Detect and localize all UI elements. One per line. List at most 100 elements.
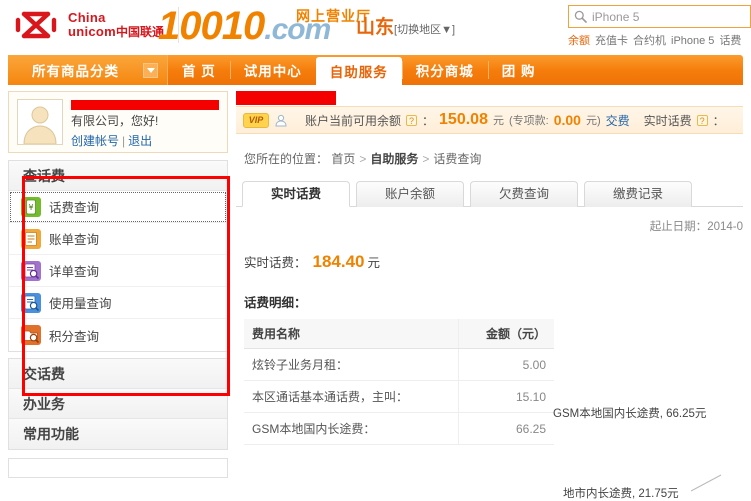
hotword-4[interactable]: 话费 [719, 35, 741, 47]
sidebar-menu: 查话费 ¥ 话费查询 账单查询 详单查询 使用量查询 积分查询 [8, 160, 228, 352]
region-name: 山东 [356, 17, 395, 38]
all-categories-label: 所有商品分类 [32, 64, 119, 79]
logout-link[interactable]: 退出 [128, 134, 152, 148]
date-range-label: 起止日期： [649, 221, 708, 233]
sidebar-item-usage-query-label: 使用量查询 [49, 297, 112, 311]
hotword-3[interactable]: iPhone 5 [671, 35, 714, 47]
search-input[interactable] [592, 9, 747, 24]
balance-unit: 元 [492, 115, 504, 127]
nav-item-points-mall[interactable]: 积分商城 [401, 55, 488, 85]
sidebar-section-pay-fee[interactable]: 交话费 [9, 359, 227, 389]
sidebar-collapsed-sections: 交话费 办业务 常用功能 [8, 358, 228, 450]
fee-row-0-name: 炫铃子业务月租： [244, 348, 460, 381]
sidebar-item-bill-query-label: 账单查询 [49, 233, 100, 247]
fee-pie-chart: GSM本地国内长途费, 66.25元 地市内长途费, 21.75元 [551, 395, 751, 500]
breadcrumb-item-fee-query: 话费查询 [433, 152, 482, 166]
table-row: 炫铃子业务月租： 5.00 [244, 348, 554, 381]
fee-table: 费用名称 金额（元） 炫铃子业务月租： 5.00 本区通话基本通话费，主叫： 1… [244, 319, 554, 445]
sidebar-item-detail-query[interactable]: 详单查询 [9, 255, 227, 287]
fee-detail-title: 话费明细： [244, 296, 307, 310]
date-range-value: 2014-0 [707, 221, 743, 233]
realtime-fee-row: 实时话费： 184.40 元 [236, 234, 743, 272]
realtime-fee-label: 实时话费 [643, 113, 692, 128]
tab-realtime-fee[interactable]: 实时话费 [242, 181, 350, 207]
special-fund-prefix: (专项款: [508, 115, 549, 127]
sidebar-item-points-query-label: 积分查询 [49, 329, 100, 344]
content-tabs: 实时话费 账户余额 欠费查询 缴费记录 [236, 181, 743, 207]
breadcrumb-separator-1: > [359, 152, 367, 166]
user-greeting: 有限公司，您好! [71, 114, 159, 128]
sidebar-item-fee-query[interactable]: ¥ 话费查询 [9, 191, 227, 223]
realtime-fee-value: 184.40 [312, 252, 365, 271]
sidebar-item-usage-query[interactable]: 使用量查询 [9, 287, 227, 319]
user-info: 有限公司，您好! 创建帐号 | 退出 [71, 99, 219, 148]
breadcrumb-item-home[interactable]: 首页 [331, 152, 355, 166]
special-fund-suffix: 元) [585, 115, 601, 127]
table-row: 本区通话基本通话费，主叫： 15.10 [244, 380, 554, 413]
sidebar-section-common[interactable]: 常用功能 [9, 419, 227, 449]
breadcrumb-prefix: 您所在的位置： [244, 152, 329, 166]
left-column: 有限公司，您好! 创建帐号 | 退出 查话费 ¥ 话费查询 账单查询 详单查询 … [8, 91, 228, 478]
breadcrumb-item-self-service[interactable]: 自助服务 [370, 152, 418, 166]
balance-help-icon[interactable]: ? [406, 114, 418, 126]
fee-row-1-name: 本区通话基本通话费，主叫： [244, 380, 460, 413]
hotword-0[interactable]: 余额 [568, 35, 590, 47]
table-row: GSM本地国内长途费： 66.25 [244, 412, 554, 445]
detail-search-icon [21, 260, 41, 281]
breadcrumb: 您所在的位置： 首页 > 自助服务 > 话费查询 [236, 134, 743, 181]
hotword-2[interactable]: 合约机 [633, 35, 666, 47]
balance-label: 账户当前可用余额 [305, 113, 402, 128]
realtime-help-icon[interactable]: ? [696, 114, 708, 126]
vip-star-icon: VIP [243, 112, 269, 128]
nav-items: 首 页 试用中心 自助服务 积分商城 团 购 [168, 55, 550, 85]
sidebar-section-services[interactable]: 办业务 [9, 389, 227, 419]
balance-colon: ： [422, 113, 435, 128]
sidebar-section-check-fee[interactable]: 查话费 [9, 161, 227, 191]
phone-yen-icon: ¥ [21, 196, 41, 217]
tab-account-balance[interactable]: 账户余额 [356, 181, 464, 207]
tab-payment-records[interactable]: 缴费记录 [584, 181, 692, 207]
special-fund-value: 0.00 [553, 112, 581, 128]
usage-search-icon [21, 292, 41, 313]
all-categories-button[interactable]: 所有商品分类 [8, 55, 168, 85]
nav-item-group-buy-label: 团 购 [501, 64, 536, 79]
chevron-down-icon[interactable] [143, 62, 158, 78]
sidebar-item-detail-query-label: 详单查询 [49, 265, 100, 279]
sidebar-item-points-query[interactable]: 积分查询 [9, 319, 227, 351]
fee-row-2-name: GSM本地国内长途费： [244, 412, 460, 445]
realtime-colon: ： [712, 113, 725, 128]
fee-row-2-amount: 66.25 [458, 412, 554, 445]
link-separator: | [122, 134, 126, 148]
nav-item-self-service[interactable]: 自助服务 [315, 57, 402, 85]
brand-number: 10010 [158, 4, 265, 48]
sidebar-item-fee-query-label: 话费查询 [49, 201, 100, 215]
user-card: 有限公司，您好! 创建帐号 | 退出 [8, 91, 228, 153]
region-switch-label: [切换地区▼] [394, 24, 456, 36]
bill-icon [21, 228, 41, 249]
logo-en-line1: China [68, 10, 106, 26]
svg-text:¥: ¥ [28, 203, 33, 212]
nav-item-home[interactable]: 首 页 [168, 55, 230, 85]
account-name-redacted [236, 91, 336, 105]
balance-value: 150.08 [439, 111, 488, 128]
sidebar-next-panel [8, 458, 228, 478]
hot-keywords: 余额 充值卡 合约机 iPhone 5 话费 [568, 32, 746, 48]
hotword-1[interactable]: 充值卡 [595, 35, 628, 47]
fee-row-0-amount: 5.00 [458, 348, 554, 381]
pie-label-local-long-distance: 地市内长途费, 21.75元 [563, 488, 679, 500]
nav-item-group-buy[interactable]: 团 购 [487, 55, 550, 85]
pay-fee-link[interactable]: 交费 [606, 112, 630, 129]
tab-arrears-query[interactable]: 欠费查询 [470, 181, 578, 207]
sidebar-item-bill-query[interactable]: 账单查询 [9, 223, 227, 255]
realtime-fee-row-label: 实时话费： [244, 256, 307, 270]
date-range: 起止日期：2014-0 [236, 207, 743, 234]
nav-item-home-label: 首 页 [182, 64, 216, 79]
create-account-link[interactable]: 创建帐号 [71, 134, 119, 148]
fee-table-col-amount: 金额（元） [458, 319, 554, 349]
nav-item-trial[interactable]: 试用中心 [229, 55, 316, 85]
points-search-icon [21, 325, 41, 345]
search-icon [574, 10, 587, 23]
user-name-redacted [71, 100, 219, 110]
region-selector[interactable]: 山东[切换地区▼] [356, 12, 455, 39]
search-box[interactable] [568, 5, 751, 28]
